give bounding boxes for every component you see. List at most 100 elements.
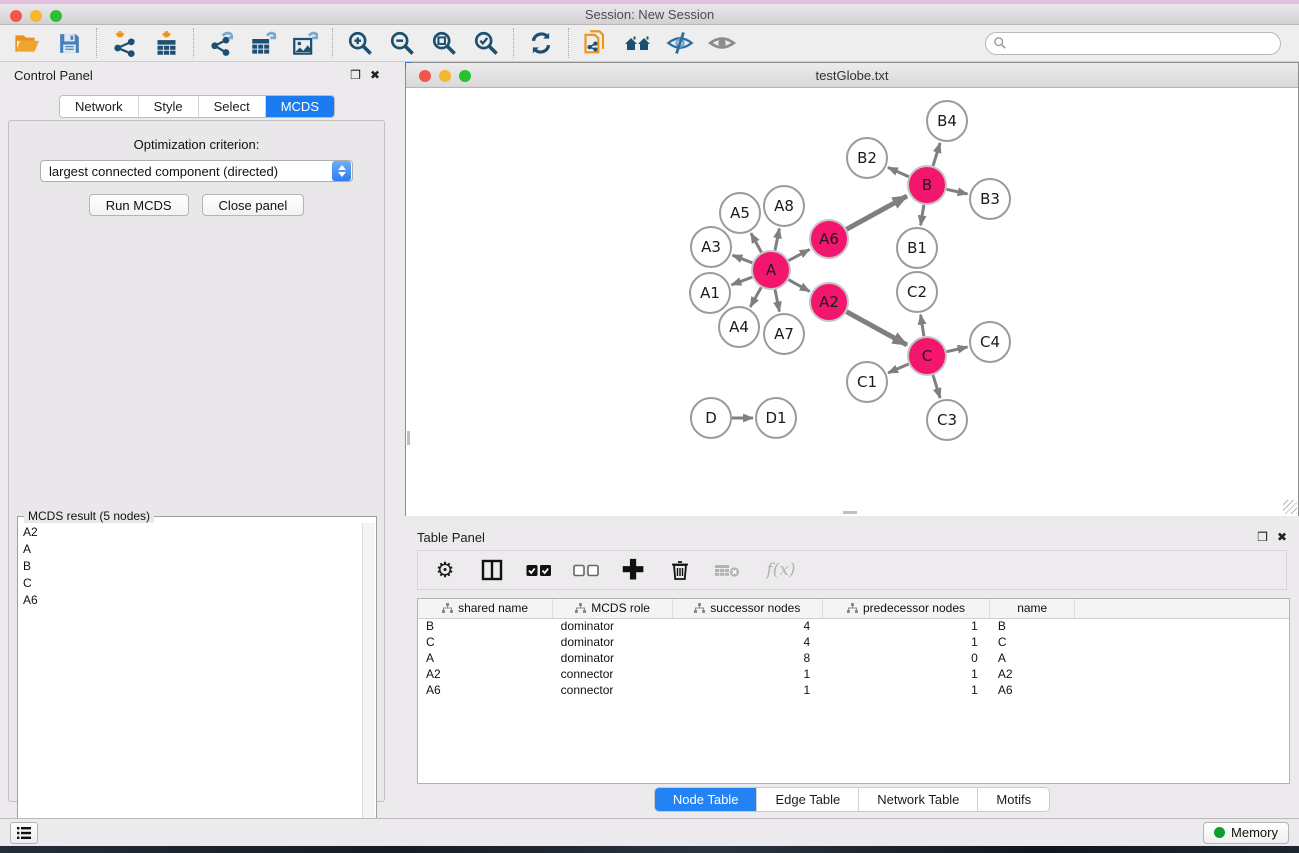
resize-grip[interactable]: [1283, 500, 1297, 514]
table-row[interactable]: Cdominator41C: [418, 634, 1289, 650]
search-input[interactable]: [1007, 36, 1280, 50]
table-row[interactable]: Adominator80A: [418, 650, 1289, 666]
h-scroll-mark[interactable]: [843, 511, 857, 514]
float-table-panel-icon[interactable]: ❒: [1257, 531, 1268, 543]
delete-table-icon[interactable]: [714, 557, 740, 583]
mcds-result-item[interactable]: C: [19, 574, 363, 591]
edge-B-B4[interactable]: [933, 143, 940, 166]
edge-A-A3[interactable]: [733, 255, 753, 263]
column-header-predecessor-nodes[interactable]: predecessor nodes: [822, 599, 990, 618]
show-columns-icon[interactable]: [479, 557, 505, 583]
network-from-file-icon[interactable]: [582, 29, 610, 57]
mcds-result-item[interactable]: B: [19, 557, 363, 574]
tab-network[interactable]: Network: [60, 96, 138, 117]
deselect-all-icon[interactable]: [573, 557, 599, 583]
edge-A-A1[interactable]: [732, 277, 753, 285]
table-cell[interactable]: B: [990, 618, 1075, 634]
table-cell[interactable]: 4: [672, 634, 822, 650]
hide-panels-icon[interactable]: [666, 29, 694, 57]
column-header-successor-nodes[interactable]: successor nodes: [672, 599, 822, 618]
close-table-panel-icon[interactable]: ✖: [1277, 531, 1287, 543]
maximize-view-icon[interactable]: [459, 70, 471, 82]
table-cell[interactable]: A: [990, 650, 1075, 666]
home-icon[interactable]: [624, 29, 652, 57]
tab-style[interactable]: Style: [138, 96, 198, 117]
table-cell[interactable]: dominator: [553, 650, 673, 666]
close-view-icon[interactable]: [419, 70, 431, 82]
import-network-icon[interactable]: [110, 29, 138, 57]
table-cell[interactable]: connector: [553, 666, 673, 682]
table-cell[interactable]: 0: [822, 650, 990, 666]
import-table-icon[interactable]: [152, 29, 180, 57]
export-network-icon[interactable]: [207, 29, 235, 57]
task-history-button[interactable]: [10, 822, 38, 844]
edge-B-B1[interactable]: [921, 205, 924, 226]
table-cell[interactable]: B: [418, 618, 553, 634]
edge-A-A2[interactable]: [789, 280, 810, 292]
tab-network-table[interactable]: Network Table: [858, 788, 977, 811]
search-field[interactable]: [985, 32, 1281, 55]
edge-A2-C[interactable]: [847, 312, 907, 345]
float-panel-icon[interactable]: ❒: [350, 69, 361, 81]
settings-gear-icon[interactable]: ⚙: [432, 557, 458, 583]
table-row[interactable]: A6connector11A6: [418, 682, 1289, 698]
network-window-controls[interactable]: [419, 70, 471, 82]
edge-B-B3[interactable]: [947, 189, 968, 194]
table-cell[interactable]: 4: [672, 618, 822, 634]
column-header-name[interactable]: name: [990, 599, 1075, 618]
table-cell[interactable]: dominator: [553, 618, 673, 634]
table-cell[interactable]: 1: [672, 666, 822, 682]
criterion-dropdown[interactable]: largest connected component (directed): [40, 160, 353, 182]
tab-node-table[interactable]: Node Table: [655, 788, 757, 811]
export-image-icon[interactable]: [291, 29, 319, 57]
zoom-out-icon[interactable]: [388, 29, 416, 57]
memory-button[interactable]: Memory: [1203, 822, 1289, 844]
edge-B-B2[interactable]: [888, 167, 909, 176]
table-row[interactable]: A2connector11A2: [418, 666, 1289, 682]
zoom-fit-icon[interactable]: [430, 29, 458, 57]
edge-A-A7[interactable]: [775, 290, 779, 312]
table-cell[interactable]: A6: [990, 682, 1075, 698]
network-window-titlebar[interactable]: testGlobe.txt: [406, 63, 1298, 88]
minimize-view-icon[interactable]: [439, 70, 451, 82]
close-window-icon[interactable]: [10, 10, 22, 22]
window-controls[interactable]: [10, 10, 62, 22]
edge-C-C2[interactable]: [921, 315, 924, 337]
add-column-icon[interactable]: ✚: [620, 557, 646, 583]
table-cell[interactable]: A2: [990, 666, 1075, 682]
table-cell[interactable]: A2: [418, 666, 553, 682]
edge-A-A8[interactable]: [775, 229, 779, 251]
close-panel-icon[interactable]: ✖: [370, 69, 380, 81]
maximize-window-icon[interactable]: [50, 10, 62, 22]
mcds-result-item[interactable]: A: [19, 540, 363, 557]
table-cell[interactable]: 1: [672, 682, 822, 698]
mcds-result-item[interactable]: A6: [19, 591, 363, 608]
network-graph[interactable]: B4B2BB3A8A5A6A3B1AA1C2A2A4A7C4CC1C3DD1: [406, 89, 1298, 516]
tab-edge-table[interactable]: Edge Table: [756, 788, 858, 811]
save-session-icon[interactable]: [55, 29, 83, 57]
edge-C-C4[interactable]: [947, 347, 968, 352]
run-mcds-button[interactable]: Run MCDS: [89, 194, 189, 216]
close-panel-button[interactable]: Close panel: [202, 194, 305, 216]
open-session-icon[interactable]: [13, 29, 41, 57]
tab-select[interactable]: Select: [198, 96, 265, 117]
table-cell[interactable]: C: [990, 634, 1075, 650]
table-cell[interactable]: 1: [822, 618, 990, 634]
table-row[interactable]: Bdominator41B: [418, 618, 1289, 634]
function-builder-icon[interactable]: f(x): [761, 557, 801, 583]
delete-column-icon[interactable]: [667, 557, 693, 583]
tab-motifs[interactable]: Motifs: [977, 788, 1049, 811]
tab-mcds[interactable]: MCDS: [265, 96, 334, 117]
minimize-window-icon[interactable]: [30, 10, 42, 22]
edge-C-C3[interactable]: [933, 375, 940, 398]
scrollbar[interactable]: [362, 523, 375, 852]
edge-A-A5[interactable]: [751, 233, 761, 252]
column-header-mcds-role[interactable]: MCDS role: [553, 599, 673, 618]
column-header-shared-name[interactable]: shared name: [418, 599, 553, 618]
mcds-result-item[interactable]: A2: [19, 523, 363, 540]
table-cell[interactable]: C: [418, 634, 553, 650]
edge-A-A6[interactable]: [789, 249, 810, 260]
network-canvas[interactable]: B4B2BB3A8A5A6A3B1AA1C2A2A4A7C4CC1C3DD1: [406, 89, 1298, 516]
table-cell[interactable]: A6: [418, 682, 553, 698]
zoom-selected-icon[interactable]: [472, 29, 500, 57]
